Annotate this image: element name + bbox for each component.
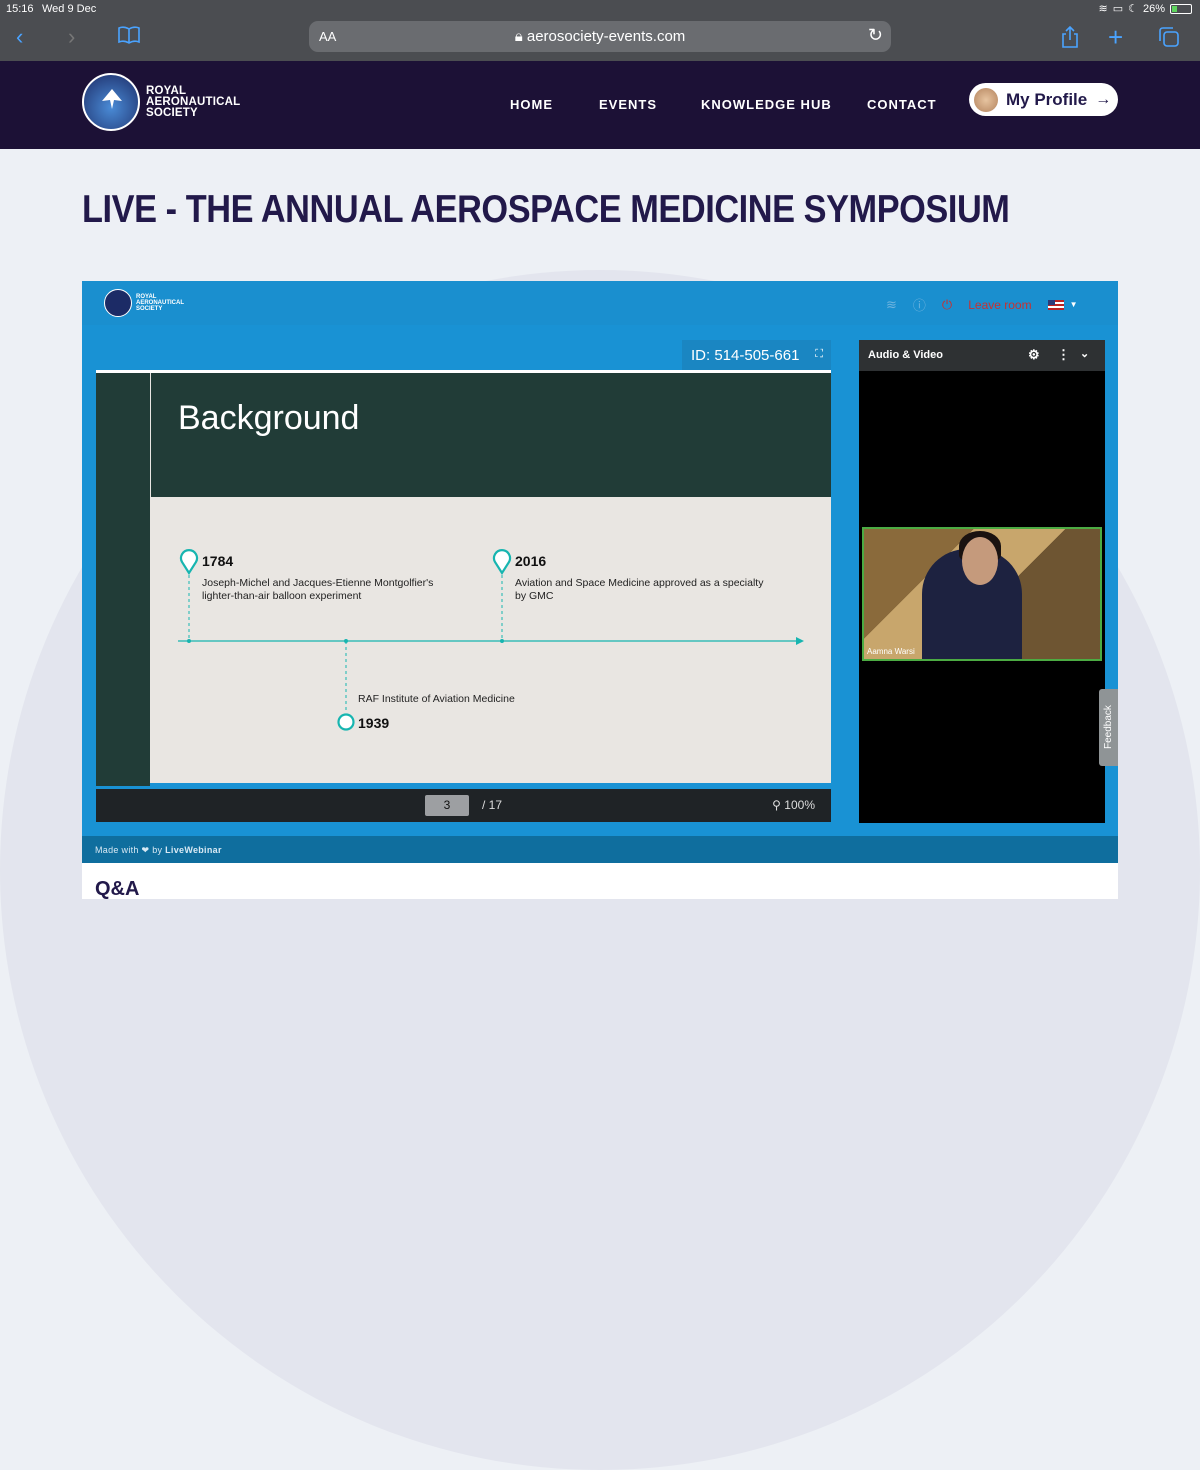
webinar-frame: ROYAL AERONAUTICAL SOCIETY ≋ ⓘ ⏻ Leave r…	[82, 281, 1118, 863]
logo-line: ROYAL	[146, 84, 187, 97]
room-id-badge: ID: 514-505-661 ⛶	[682, 340, 831, 370]
ios-status-bar: 15:16 Wed 9 Dec ≋ ▭ ☾ 26%	[0, 0, 1200, 18]
timeline-desc-line: Joseph-Michel and Jacques-Etienne Montgo…	[202, 577, 434, 589]
zoom-control[interactable]: ⚲ 100%	[772, 798, 815, 812]
status-time: 15:16	[6, 3, 34, 15]
logo-text: ROYAL AERONAUTICAL SOCIETY	[146, 84, 241, 119]
logo-line: SOCIETY	[146, 106, 198, 119]
url-text: 🔒︎ aerosociety-events.com	[309, 28, 891, 45]
logo-line: AERONAUTICAL	[146, 95, 241, 108]
raes-emblem-icon	[82, 73, 140, 131]
timeline-desc: Aviation and Space Medicine approved as …	[515, 577, 763, 603]
presentation-slide: Background 1784 Joseph-Michel and Jacque…	[96, 370, 831, 786]
footer-by: by	[152, 845, 163, 855]
qa-title: Q&A	[95, 878, 140, 900]
webinar-logo-text: ROYAL AERONAUTICAL SOCIETY	[136, 294, 184, 312]
us-flag-icon[interactable]	[1047, 299, 1064, 310]
nav-home[interactable]: HOME	[510, 97, 553, 112]
nav-events[interactable]: EVENTS	[599, 97, 657, 112]
status-right: ≋ ▭ ☾ 26%	[1098, 2, 1192, 15]
tabs-icon[interactable]	[1158, 26, 1180, 52]
audio-video-panel: Audio & Video ⚙ ⋮ ⌄ Aamna Warsi	[859, 340, 1105, 823]
connection-icon[interactable]: ≋	[886, 297, 897, 313]
timeline-year: 1784	[202, 553, 234, 569]
zoom-icon: ⚲	[772, 798, 785, 812]
profile-label: My Profile	[1006, 89, 1088, 109]
more-vertical-icon[interactable]: ⋮	[1057, 347, 1070, 363]
qa-section: Q&A	[82, 863, 1118, 900]
room-id: ID: 514-505-661	[691, 347, 800, 364]
battery-icon	[1170, 3, 1192, 14]
chevron-down-icon[interactable]: ▼	[1070, 300, 1078, 309]
share-icon[interactable]	[1060, 25, 1080, 53]
avatar	[974, 87, 998, 112]
info-icon[interactable]: ⓘ	[913, 295, 926, 314]
collapse-chevron-icon[interactable]: ⌄	[1080, 347, 1089, 360]
site-logo[interactable]: ROYAL AERONAUTICAL SOCIETY	[82, 73, 240, 131]
timeline-desc: RAF Institute of Aviation Medicine	[358, 693, 515, 705]
raes-emblem-icon	[104, 289, 132, 317]
screen-mirror-icon: ▭	[1112, 3, 1124, 15]
battery-percent: 26%	[1142, 2, 1165, 15]
av-panel-header: Audio & Video ⚙ ⋮ ⌄	[859, 340, 1105, 371]
feedback-tab[interactable]: Feedback	[1099, 689, 1118, 766]
forward-icon[interactable]: ›	[68, 26, 75, 48]
webinar-topbar: ROYAL AERONAUTICAL SOCIETY ≋ ⓘ ⏻ Leave r…	[82, 281, 1118, 325]
arrow-right-icon: →	[1095, 90, 1112, 108]
slide-controls: 3 / 17 ⚲ 100%	[96, 789, 831, 822]
logo-line: SOCIETY	[136, 306, 163, 312]
new-tab-icon[interactable]: +	[1108, 24, 1123, 50]
address-bar[interactable]: AA 🔒︎ aerosociety-events.com ↻	[309, 21, 891, 52]
page-total: / 17	[482, 798, 503, 812]
timeline-desc-line: by GMC	[515, 590, 554, 602]
participant-name: Aamna Warsi	[867, 647, 915, 656]
timeline-desc-line: Aviation and Space Medicine approved as …	[515, 577, 764, 589]
status-date: Wed 9 Dec	[42, 3, 97, 15]
webinar-top-actions: ≋ ⓘ ⏻ Leave room ▼	[886, 295, 1078, 314]
lock-icon: 🔒︎	[514, 28, 527, 45]
nav-knowledge-hub[interactable]: KNOWLEDGE HUB	[701, 97, 832, 112]
timeline-desc-line: lighter-than-air balloon experiment	[202, 590, 362, 602]
livewebinar-link[interactable]: LiveWebinar	[165, 845, 222, 855]
wifi-icon: ≋	[1098, 3, 1108, 15]
bookmarks-icon[interactable]	[118, 26, 140, 49]
webinar-logo: ROYAL AERONAUTICAL SOCIETY	[104, 289, 184, 317]
participant-face	[962, 537, 998, 585]
reload-icon[interactable]: ↻	[868, 25, 883, 46]
fullscreen-icon[interactable]: ⛶	[815, 348, 823, 361]
heart-icon: ❤	[141, 845, 150, 855]
my-profile-button[interactable]: My Profile →	[969, 83, 1118, 116]
participant-video[interactable]: Aamna Warsi	[862, 527, 1102, 661]
av-title: Audio & Video	[868, 349, 943, 361]
footer-made-with: Made with	[95, 845, 139, 855]
webinar-footer: Made with ❤ by LiveWebinar	[82, 836, 1118, 863]
zoom-value: 100%	[784, 798, 815, 812]
timeline-year: 2016	[515, 553, 547, 569]
timeline-year: 1939	[358, 715, 390, 731]
nav-contact[interactable]: CONTACT	[867, 97, 937, 112]
back-icon[interactable]: ‹	[16, 26, 23, 48]
page-title: LIVE - THE ANNUAL AEROSPACE MEDICINE SYM…	[82, 188, 1010, 231]
site-header: ROYAL AERONAUTICAL SOCIETY HOME EVENTS K…	[0, 61, 1200, 149]
timeline-desc: Joseph-Michel and Jacques-Etienne Montgo…	[202, 577, 433, 603]
url-value: aerosociety-events.com	[526, 28, 686, 45]
page-number-input[interactable]: 3	[425, 795, 469, 816]
leave-room-button[interactable]: Leave room	[968, 298, 1031, 312]
safari-toolbar: ‹ › AA 🔒︎ aerosociety-events.com ↻ +	[0, 18, 1200, 61]
power-icon[interactable]: ⏻	[942, 297, 952, 313]
moon-icon: ☾	[1128, 3, 1138, 15]
settings-gear-icon[interactable]: ⚙	[1028, 347, 1040, 363]
